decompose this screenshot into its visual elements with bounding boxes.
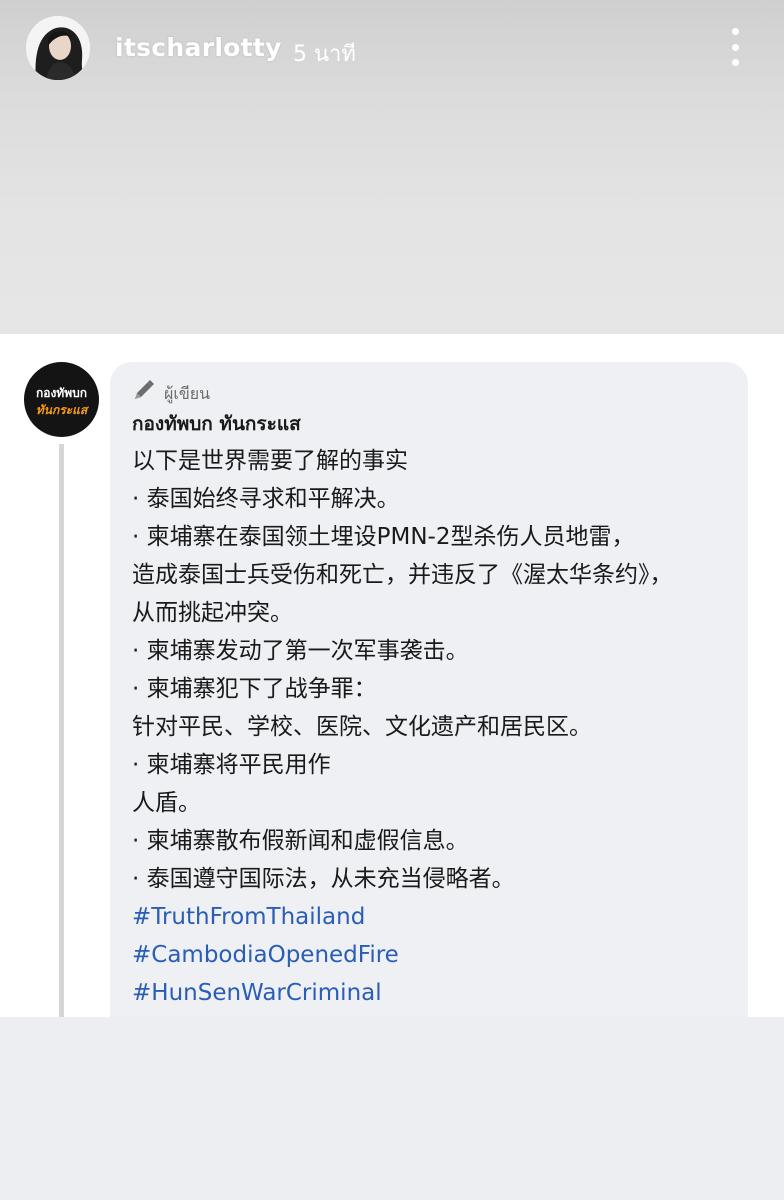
post-line: · 泰国遵守国际法，从未充当侵略者。 xyxy=(132,866,515,892)
post-author-name: กองทัพบก ทันกระแส xyxy=(132,413,301,435)
story-timestamp: 5 นาที xyxy=(293,42,356,67)
hashtag-link[interactable]: #TruthFromThailand xyxy=(132,898,744,936)
post-line: · 柬埔寨散布假新闻和虚假信息。 xyxy=(132,828,469,854)
post-line: · 柬埔寨将平民用作 xyxy=(132,752,331,778)
page-avatar-logo: กองทัพบก ทันกระแส xyxy=(24,362,99,437)
story-username[interactable]: itscharlotty xyxy=(115,33,282,62)
hashtag-link[interactable]: #CambodiaOpenedFire xyxy=(132,936,744,974)
thread-line xyxy=(59,444,64,1017)
user-avatar[interactable] xyxy=(26,16,90,80)
post-line: 从而挑起冲突。 xyxy=(132,600,293,626)
logo-text-line2: ทันกระแส xyxy=(35,403,88,417)
pen-icon xyxy=(135,380,154,399)
author-role-label: ผู้เขียน xyxy=(164,384,211,403)
post-line: 人盾。 xyxy=(132,790,201,816)
post-line: 造成泰国士兵受伤和死亡，并违反了《渥太华条约》， xyxy=(132,562,673,588)
post-line: 针对平民、学校、医院、文化遗产和居民区。 xyxy=(132,714,592,740)
post-line: · 泰国始终寻求和平解决。 xyxy=(132,486,400,512)
post-line: 以下是世界需要了解的事实 xyxy=(132,448,408,474)
post-body: 以下是世界需要了解的事实 · 泰国始终寻求和平解决。 · 柬埔寨在泰国领土埋设P… xyxy=(132,442,744,1012)
story-header: itscharlotty 5 นาที xyxy=(0,0,784,100)
shared-post-screenshot: กองทัพบก ทันกระแส ผู้เขียน กองทัพบก ทันก… xyxy=(0,334,784,1017)
story-bottom-area xyxy=(0,1017,784,1200)
more-vertical-icon[interactable] xyxy=(722,28,748,66)
post-line: · 柬埔寨发动了第一次军事袭击。 xyxy=(132,638,469,664)
post-line: · 柬埔寨在泰国领土埋设PMN-2型杀伤人员地雷， xyxy=(132,524,635,550)
user-avatar-photo xyxy=(26,16,90,80)
post-line: · 柬埔寨犯下了战争罪： xyxy=(132,676,377,702)
hashtag-link[interactable]: #HunSenWarCriminal xyxy=(132,974,744,1012)
